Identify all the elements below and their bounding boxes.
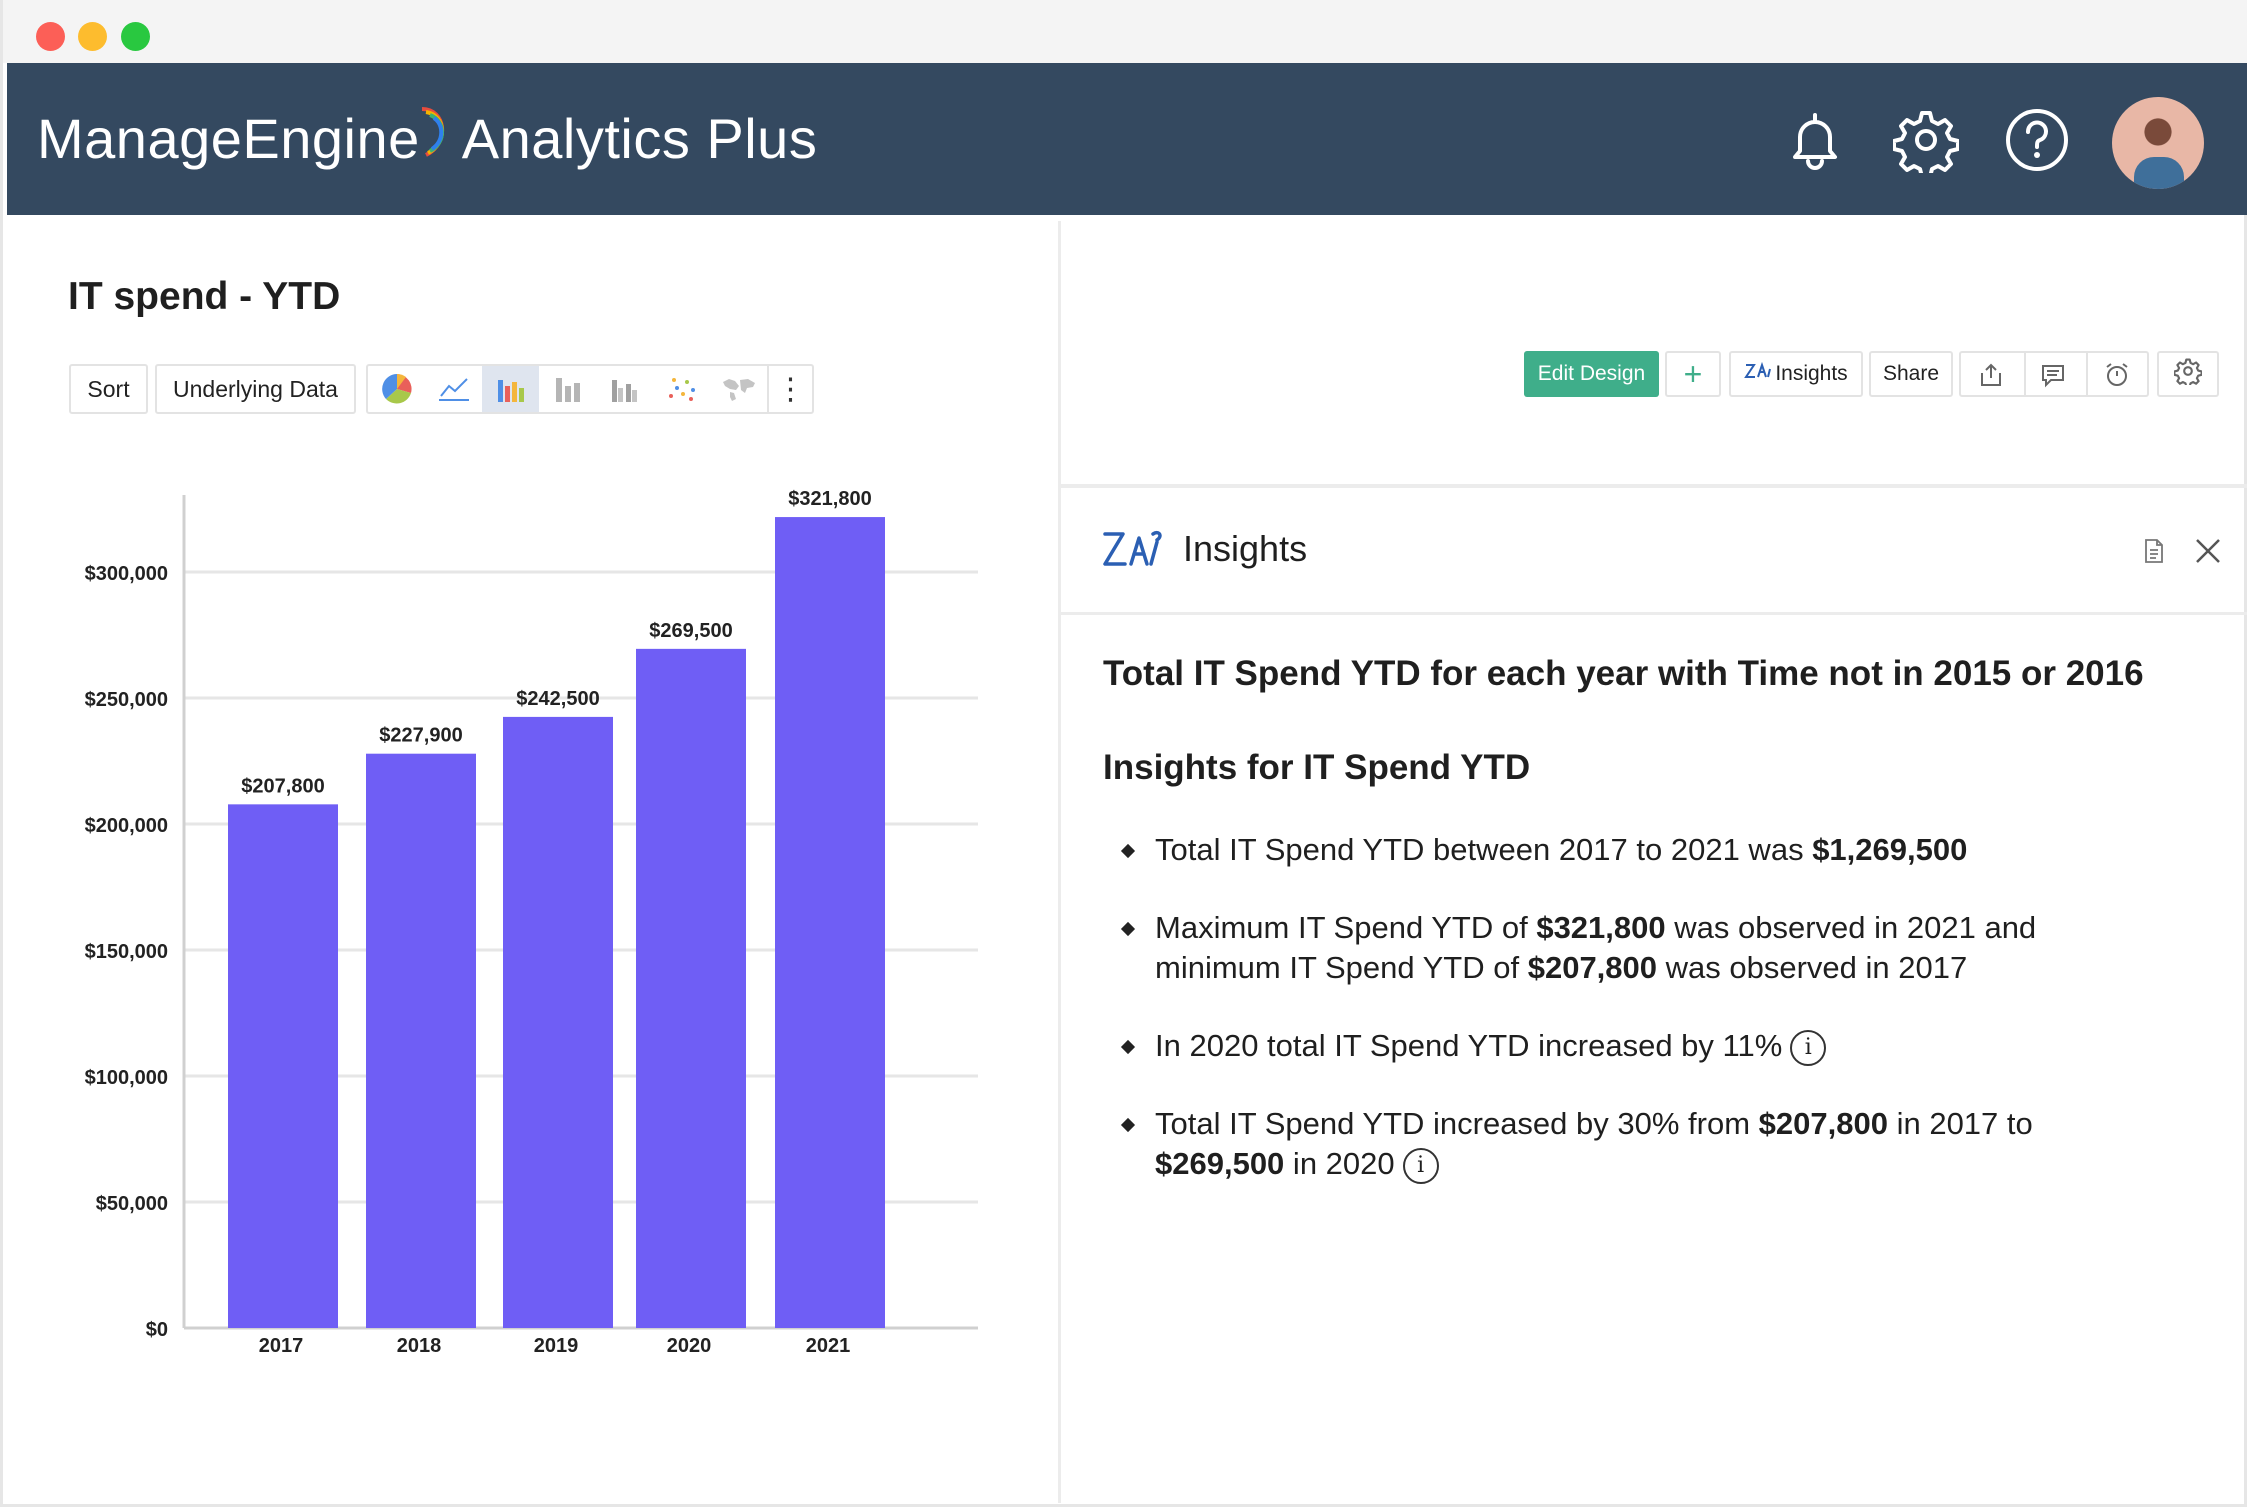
insight-item: Total IT Spend YTD increased by 30% from… (1120, 1104, 2163, 1184)
insights-panel-title: Insights (1183, 528, 1308, 569)
document-icon[interactable] (2143, 538, 2165, 569)
data-label: $269,500 (649, 620, 732, 642)
x-tick-label: 2021 (806, 1335, 851, 1357)
report-title: IT spend - YTD (68, 275, 341, 318)
chart-type-switcher: ⋮ (366, 364, 814, 414)
bar-2020[interactable] (636, 648, 746, 1328)
window-titlebar (3, 0, 2247, 63)
pie-chart-icon[interactable] (368, 366, 425, 412)
y-tick-label: $0 (146, 1319, 168, 1341)
brand-name-manageengine: ManageEngine (37, 106, 420, 170)
insights-button-label: Insights (1775, 362, 1848, 385)
bar-2019[interactable] (503, 716, 613, 1328)
scatter-icon[interactable] (653, 366, 710, 412)
help-icon[interactable] (2004, 107, 2070, 173)
edit-design-button[interactable]: Edit Design (1524, 351, 1659, 397)
sort-button[interactable]: Sort (69, 364, 148, 414)
stacked-bar-icon[interactable] (539, 366, 596, 412)
info-icon[interactable]: i (1790, 1029, 1827, 1066)
bar-2017[interactable] (228, 804, 338, 1328)
bar-chart-icon[interactable] (482, 366, 539, 412)
insight-item: In 2020 total IT Spend YTD increased by … (1120, 1026, 2163, 1066)
y-tick-label: $150,000 (85, 941, 168, 963)
brand-arc-icon (416, 103, 454, 173)
data-label: $242,500 (516, 688, 599, 710)
brand-logo[interactable]: ManageEngine Analytics Plus (37, 103, 817, 173)
y-tick-label: $250,000 (85, 689, 168, 711)
data-label: $321,800 (788, 488, 871, 510)
share-button[interactable]: Share (1869, 351, 1953, 397)
x-tick-label: 2019 (534, 1335, 579, 1357)
map-icon[interactable] (710, 366, 767, 412)
bar-2018[interactable] (366, 753, 476, 1328)
schedule-icon[interactable] (2103, 361, 2131, 395)
app-header: ManageEngine Analytics Plus (7, 63, 2247, 215)
y-tick-label: $50,000 (96, 1193, 168, 1215)
bell-icon[interactable] (1782, 107, 1848, 173)
settings-button[interactable] (2157, 351, 2219, 397)
data-label: $227,900 (379, 725, 462, 747)
action-icon-group (1959, 351, 2149, 397)
zia-insights-logo-icon (1101, 526, 1163, 575)
zia-icon (1744, 361, 1772, 387)
x-tick-label: 2017 (259, 1335, 304, 1357)
settings-gear-icon (2173, 357, 2203, 391)
insights-subheading: Insights for IT Spend YTD (1103, 748, 1531, 787)
add-button[interactable]: + (1665, 351, 1721, 397)
x-tick-label: 2018 (397, 1335, 442, 1357)
insights-query-heading: Total IT Spend YTD for each year with Ti… (1103, 654, 2144, 693)
bar-chart: $0 $50,000 $100,000 $150,000 $200,000 $250,00… (85, 488, 978, 1357)
insights-header-divider (1061, 612, 2247, 615)
insight-item: Maximum IT Spend YTD of $321,800 was obs… (1120, 908, 2163, 988)
panel-divider (1058, 221, 1061, 1503)
toolbar-divider (1061, 484, 2247, 488)
grouped-bar-icon[interactable] (596, 366, 653, 412)
close-window-button[interactable] (36, 22, 65, 51)
minimize-window-button[interactable] (78, 22, 107, 51)
app-window: ManageEngine Analytics Plus IT spend - Y… (0, 0, 2247, 1507)
y-tick-label: $100,000 (85, 1067, 168, 1089)
gear-icon[interactable] (1892, 107, 1960, 179)
avatar[interactable] (2112, 97, 2204, 189)
export-icon[interactable] (1977, 361, 2005, 395)
y-tick-label: $300,000 (85, 563, 168, 585)
line-chart-icon[interactable] (425, 366, 482, 412)
insight-item: Total IT Spend YTD between 2017 to 2021 … (1120, 830, 2163, 870)
info-icon[interactable]: i (1402, 1147, 1439, 1184)
underlying-data-button[interactable]: Underlying Data (155, 364, 356, 414)
more-options-icon[interactable]: ⋮ (767, 366, 812, 412)
close-icon[interactable] (2193, 536, 2223, 571)
insights-list: Total IT Spend YTD between 2017 to 2021 … (1120, 830, 2163, 1222)
comment-icon[interactable] (2039, 361, 2067, 395)
x-tick-label: 2020 (667, 1335, 712, 1357)
maximize-window-button[interactable] (121, 22, 150, 51)
brand-name-analytics-plus: Analytics Plus (461, 106, 818, 170)
y-tick-label: $200,000 (85, 815, 168, 837)
insights-button[interactable]: Insights (1729, 351, 1863, 397)
bar-2021[interactable] (775, 517, 885, 1328)
data-label: $207,800 (241, 775, 324, 797)
